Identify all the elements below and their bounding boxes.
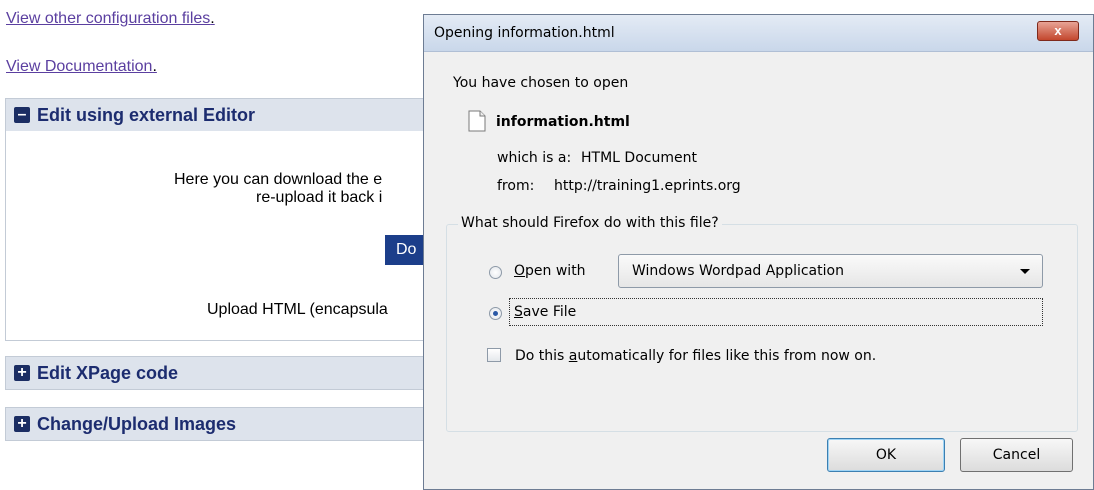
file-type-value: HTML Document (581, 150, 697, 166)
panel-upload-images-header[interactable]: + Change/Upload Images (5, 407, 435, 441)
dialog-title: Opening information.html (434, 25, 615, 41)
source-label: from: (497, 178, 535, 194)
document-icon (468, 110, 486, 132)
auto-action-label-after: utomatically for files like this from no… (577, 348, 877, 364)
panel-xpage-code-header[interactable]: + Edit XPage code (5, 356, 435, 390)
view-documentation-link[interactable]: View Documentation. (6, 58, 157, 76)
expand-icon[interactable]: + (14, 416, 30, 432)
open-with-label-text: pen with (525, 263, 586, 279)
chevron-down-icon[interactable] (1020, 269, 1030, 274)
auto-action-label-before: Do this (515, 348, 569, 364)
chosen-to-open-text: You have chosen to open (453, 75, 629, 91)
open-with-radio[interactable] (489, 266, 502, 279)
auto-action-checkbox[interactable] (487, 348, 501, 362)
save-file-label[interactable]: Save File (514, 304, 576, 320)
application-select[interactable]: Windows Wordpad Application (618, 254, 1043, 288)
download-instructions-line2: re-upload it back i (256, 189, 383, 206)
save-file-radio[interactable] (489, 307, 502, 320)
auto-action-label[interactable]: Do this automatically for files like thi… (515, 348, 876, 364)
view-other-config-label[interactable]: View other configuration files (6, 10, 210, 27)
expand-icon[interactable]: + (14, 365, 30, 381)
close-button[interactable]: x (1037, 21, 1079, 41)
ok-button[interactable]: OK (827, 438, 945, 472)
dialog-titlebar[interactable]: Opening information.html x (424, 15, 1093, 52)
panel-external-editor-body: Here you can download the e re-upload it… (5, 131, 445, 341)
cancel-button[interactable]: Cancel (960, 438, 1073, 472)
save-file-label-text: ave File (522, 304, 577, 320)
accelerator-key: S (514, 304, 523, 320)
application-select-value: Windows Wordpad Application (632, 263, 844, 279)
view-documentation-label[interactable]: View Documentation (6, 58, 152, 75)
link-period: . (210, 10, 215, 27)
upload-html-label: Upload HTML (encapsula (207, 301, 388, 318)
view-other-config-link[interactable]: View other configuration files. (6, 10, 215, 28)
action-question: What should Firefox do with this file? (458, 215, 722, 231)
source-url: http://training1.eprints.org (554, 178, 741, 194)
file-name: information.html (496, 114, 630, 130)
close-icon[interactable]: x (1054, 23, 1061, 38)
panel-title: Edit XPage code (37, 362, 179, 383)
open-file-dialog: Opening information.html x You have chos… (423, 14, 1094, 490)
focus-outline (509, 298, 1043, 326)
panel-title: Change/Upload Images (37, 413, 237, 434)
link-period: . (152, 58, 157, 75)
download-instructions-line1: Here you can download the e (174, 171, 383, 188)
panel-title: Edit using external Editor (37, 104, 256, 125)
panel-external-editor-header[interactable]: – Edit using external Editor (5, 98, 435, 132)
collapse-icon[interactable]: – (14, 107, 30, 123)
open-with-label[interactable]: Open with (514, 263, 586, 279)
accelerator-key: O (514, 263, 526, 279)
file-type-label: which is a: (497, 150, 572, 166)
